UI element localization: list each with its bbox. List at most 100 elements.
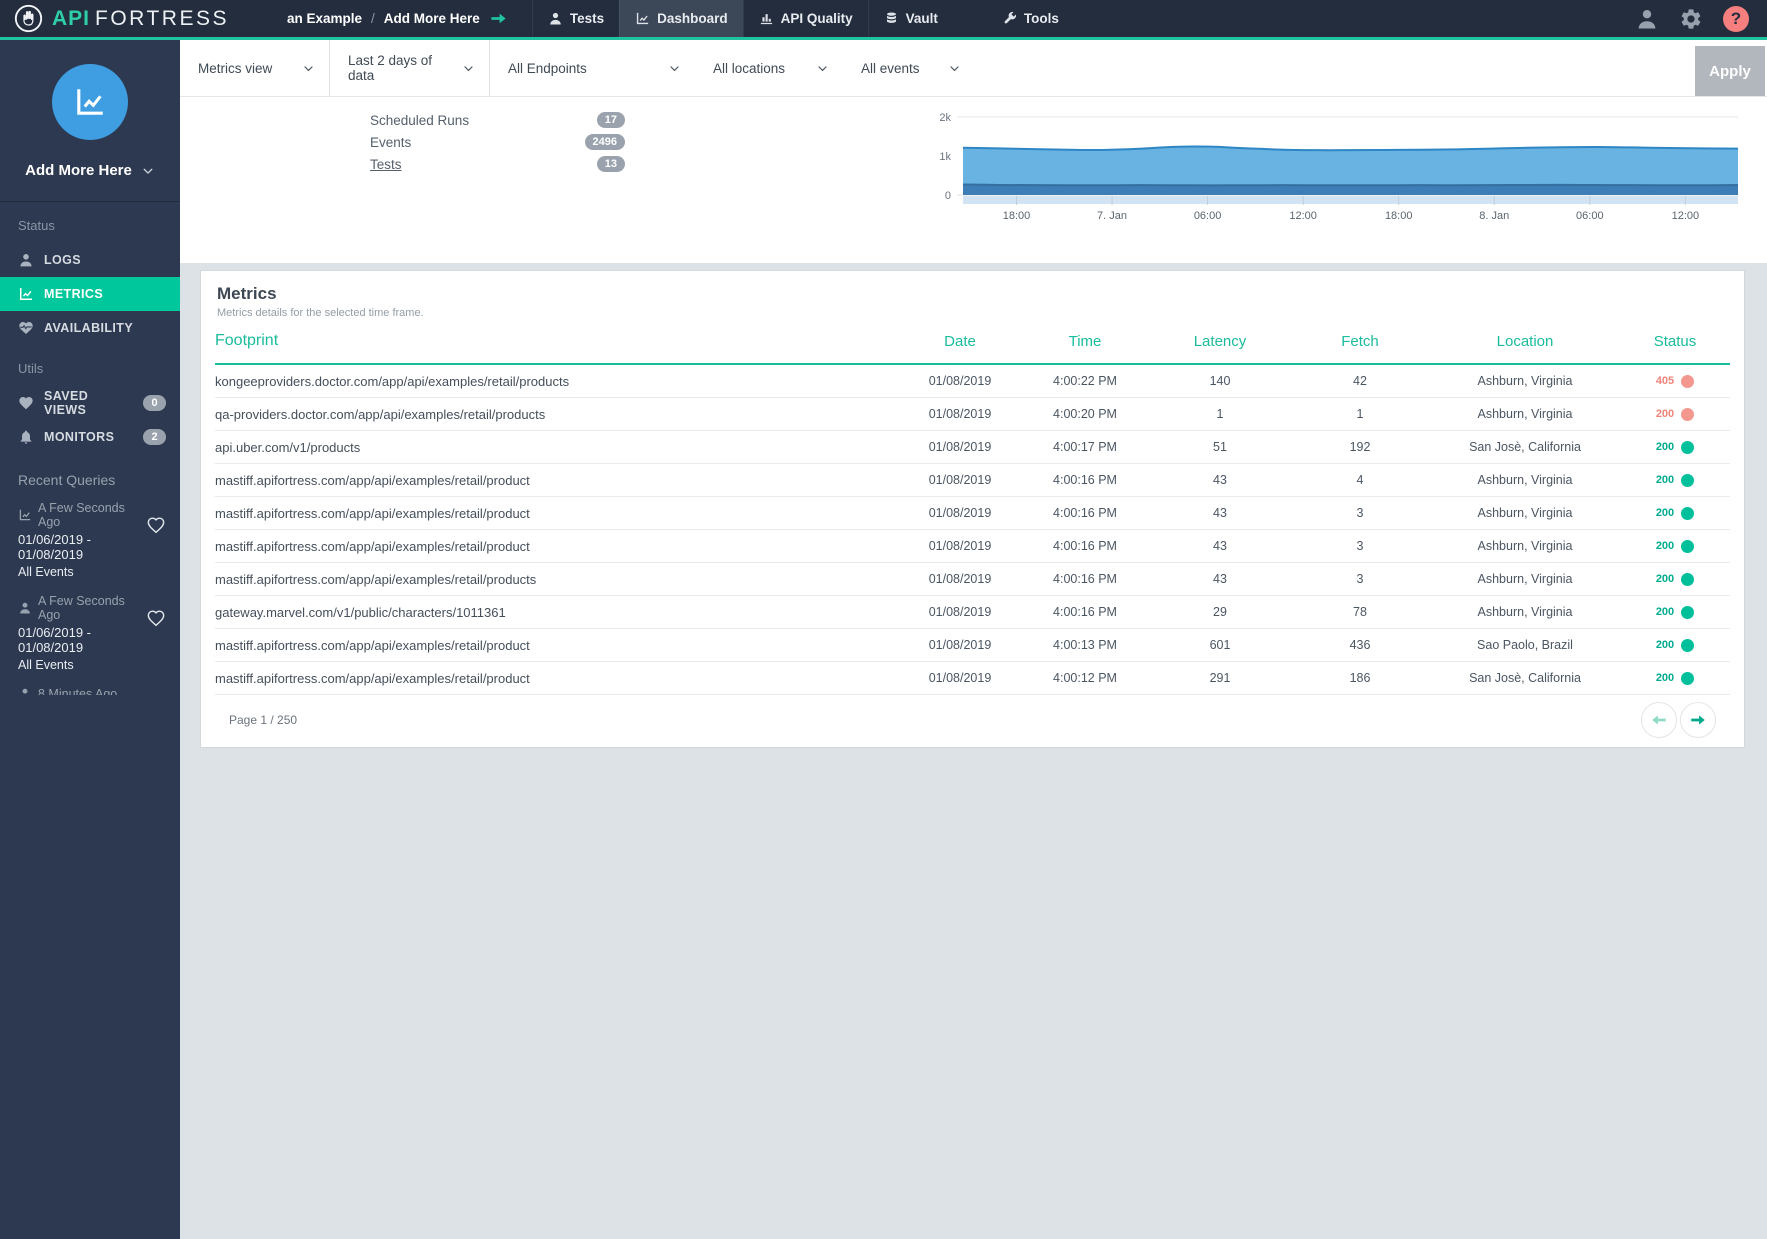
query-type-icon <box>18 601 32 615</box>
cell-time: 4:00:22 PM <box>1020 374 1150 388</box>
recent-query-scope: All Events <box>18 658 146 672</box>
filter-dropdown-all-endpoints[interactable]: All Endpoints <box>490 40 695 96</box>
recent-query-item[interactable]: A Few Seconds Ago01/06/2019 - 01/08/2019… <box>18 501 166 579</box>
tab-tests[interactable]: Tests <box>532 0 619 37</box>
dropdown-value: All events <box>861 61 920 76</box>
breadcrumb-arrow-icon[interactable] <box>489 9 508 28</box>
table-row[interactable]: gateway.marvel.com/v1/public/characters/… <box>215 596 1730 629</box>
filter-dropdown-last-2-days-of-data[interactable]: Last 2 days of data <box>330 40 490 96</box>
recent-query-item[interactable]: 8 Minutes Ago01/06/2019 - 01/08/2019All … <box>18 687 166 695</box>
table-row[interactable]: mastiff.apifortress.com/app/api/examples… <box>215 662 1730 695</box>
tab-dashboard[interactable]: Dashboard <box>619 0 743 37</box>
table-row[interactable]: mastiff.apifortress.com/app/api/examples… <box>215 497 1730 530</box>
column-header-time[interactable]: Time <box>1020 333 1150 350</box>
chevron-down-icon <box>668 62 681 75</box>
chevron-down-icon <box>141 164 155 178</box>
breadcrumb-project[interactable]: an Example <box>287 11 362 26</box>
table-row[interactable]: kongeeproviders.doctor.com/app/api/examp… <box>215 365 1730 398</box>
metrics-title: Metrics <box>217 284 1728 304</box>
cell-status: 405 <box>1620 375 1730 388</box>
stat-label[interactable]: Tests <box>370 157 402 172</box>
tab-vault[interactable]: Vault <box>868 0 953 37</box>
summary-section: Scheduled Runs17Events2496Tests13 2k1k01… <box>180 97 1767 263</box>
column-header-status[interactable]: Status <box>1620 333 1730 350</box>
recent-query-ago-text: A Few Seconds Ago <box>38 501 146 529</box>
column-header-fetch[interactable]: Fetch <box>1290 333 1430 350</box>
page-indicator: Page 1 / 250 <box>229 713 297 727</box>
metrics-card-area: Metrics Metrics details for the selected… <box>180 263 1767 748</box>
cell-footprint: kongeeproviders.doctor.com/app/api/examp… <box>215 374 900 389</box>
svg-text:06:00: 06:00 <box>1576 210 1604 222</box>
recent-query-range: 01/06/2019 - 01/08/2019 <box>18 625 146 655</box>
cell-footprint: mastiff.apifortress.com/app/api/examples… <box>215 671 900 686</box>
settings-gear-icon[interactable] <box>1679 7 1703 31</box>
tab-tools[interactable]: Tools <box>987 0 1074 37</box>
table-row[interactable]: mastiff.apifortress.com/app/api/examples… <box>215 530 1730 563</box>
breadcrumb-separator: / <box>371 11 375 26</box>
recent-query-item[interactable]: A Few Seconds Ago01/06/2019 - 01/08/2019… <box>18 594 166 672</box>
cell-fetch: 3 <box>1290 506 1430 520</box>
cell-fetch: 192 <box>1290 440 1430 454</box>
favorite-heart-icon[interactable] <box>146 515 166 535</box>
sidebar-item-label: LOGS <box>44 253 81 267</box>
project-avatar[interactable] <box>52 64 128 140</box>
saved-views-icon <box>18 395 34 411</box>
previous-page-button[interactable] <box>1641 702 1677 738</box>
status-dot <box>1681 474 1694 487</box>
favorite-heart-icon[interactable] <box>146 608 166 628</box>
stat-count-badge: 13 <box>597 156 625 172</box>
next-page-button[interactable] <box>1680 702 1716 738</box>
table-row[interactable]: api.uber.com/v1/products01/08/20194:00:1… <box>215 431 1730 464</box>
sidebar-item-availability[interactable]: AVAILABILITY <box>0 311 180 345</box>
column-header-latency[interactable]: Latency <box>1150 333 1290 350</box>
status-code: 200 <box>1656 474 1674 486</box>
brand-logo[interactable]: API FORTRESS <box>0 0 243 37</box>
recent-queries-title: Recent Queries <box>18 472 166 488</box>
sidebar-item-monitors[interactable]: MONITORS2 <box>0 420 180 454</box>
status-code: 200 <box>1656 672 1674 684</box>
status-code: 200 <box>1656 441 1674 453</box>
sidebar-item-saved-views[interactable]: SAVED VIEWS0 <box>0 386 180 420</box>
svg-text:2k: 2k <box>939 112 951 124</box>
cell-status: 200 <box>1620 606 1730 619</box>
sidebar-item-metrics[interactable]: METRICS <box>0 277 180 311</box>
stat-tests: Tests 13 <box>370 153 625 175</box>
filter-dropdown-metrics-view[interactable]: Metrics view <box>180 40 330 96</box>
svg-text:18:00: 18:00 <box>1003 210 1031 222</box>
help-button[interactable]: ? <box>1723 6 1749 32</box>
cell-fetch: 3 <box>1290 539 1430 553</box>
cell-latency: 43 <box>1150 539 1290 553</box>
cell-date: 01/08/2019 <box>900 572 1020 586</box>
sidebar: Add More Here StatusLOGSMETRICSAVAILABIL… <box>0 40 180 1239</box>
cell-time: 4:00:16 PM <box>1020 506 1150 520</box>
filter-dropdown-all-locations[interactable]: All locations <box>695 40 843 96</box>
recent-query-ago: A Few Seconds Ago <box>18 501 146 529</box>
sidebar-item-logs[interactable]: LOGS <box>0 243 180 277</box>
filter-dropdown-all-events[interactable]: All events <box>843 40 975 96</box>
column-header-location[interactable]: Location <box>1430 333 1620 350</box>
table-row[interactable]: mastiff.apifortress.com/app/api/examples… <box>215 563 1730 596</box>
cell-status: 200 <box>1620 639 1730 652</box>
table-row[interactable]: mastiff.apifortress.com/app/api/examples… <box>215 464 1730 497</box>
table-row[interactable]: mastiff.apifortress.com/app/api/examples… <box>215 629 1730 662</box>
tab-label: Tests <box>570 11 604 26</box>
monitors-icon <box>18 429 34 445</box>
logs-icon <box>18 252 34 268</box>
user-account-icon[interactable] <box>1635 7 1659 31</box>
cell-date: 01/08/2019 <box>900 605 1020 619</box>
cell-date: 01/08/2019 <box>900 407 1020 421</box>
cell-fetch: 4 <box>1290 473 1430 487</box>
tab-api-quality[interactable]: API Quality <box>743 0 868 37</box>
apply-button[interactable]: Apply <box>1695 46 1765 96</box>
status-code: 200 <box>1656 408 1674 420</box>
column-header-date[interactable]: Date <box>900 333 1020 350</box>
cell-status: 200 <box>1620 540 1730 553</box>
cell-location: Ashburn, Virginia <box>1430 539 1620 553</box>
status-dot <box>1681 507 1694 520</box>
breadcrumb-page[interactable]: Add More Here <box>384 11 480 26</box>
cell-location: Ashburn, Virginia <box>1430 407 1620 421</box>
stat-events: Events2496 <box>370 131 625 153</box>
table-row[interactable]: qa-providers.doctor.com/app/api/examples… <box>215 398 1730 431</box>
project-switcher[interactable]: Add More Here <box>0 162 180 179</box>
column-header-footprint[interactable]: Footprint <box>215 332 900 350</box>
